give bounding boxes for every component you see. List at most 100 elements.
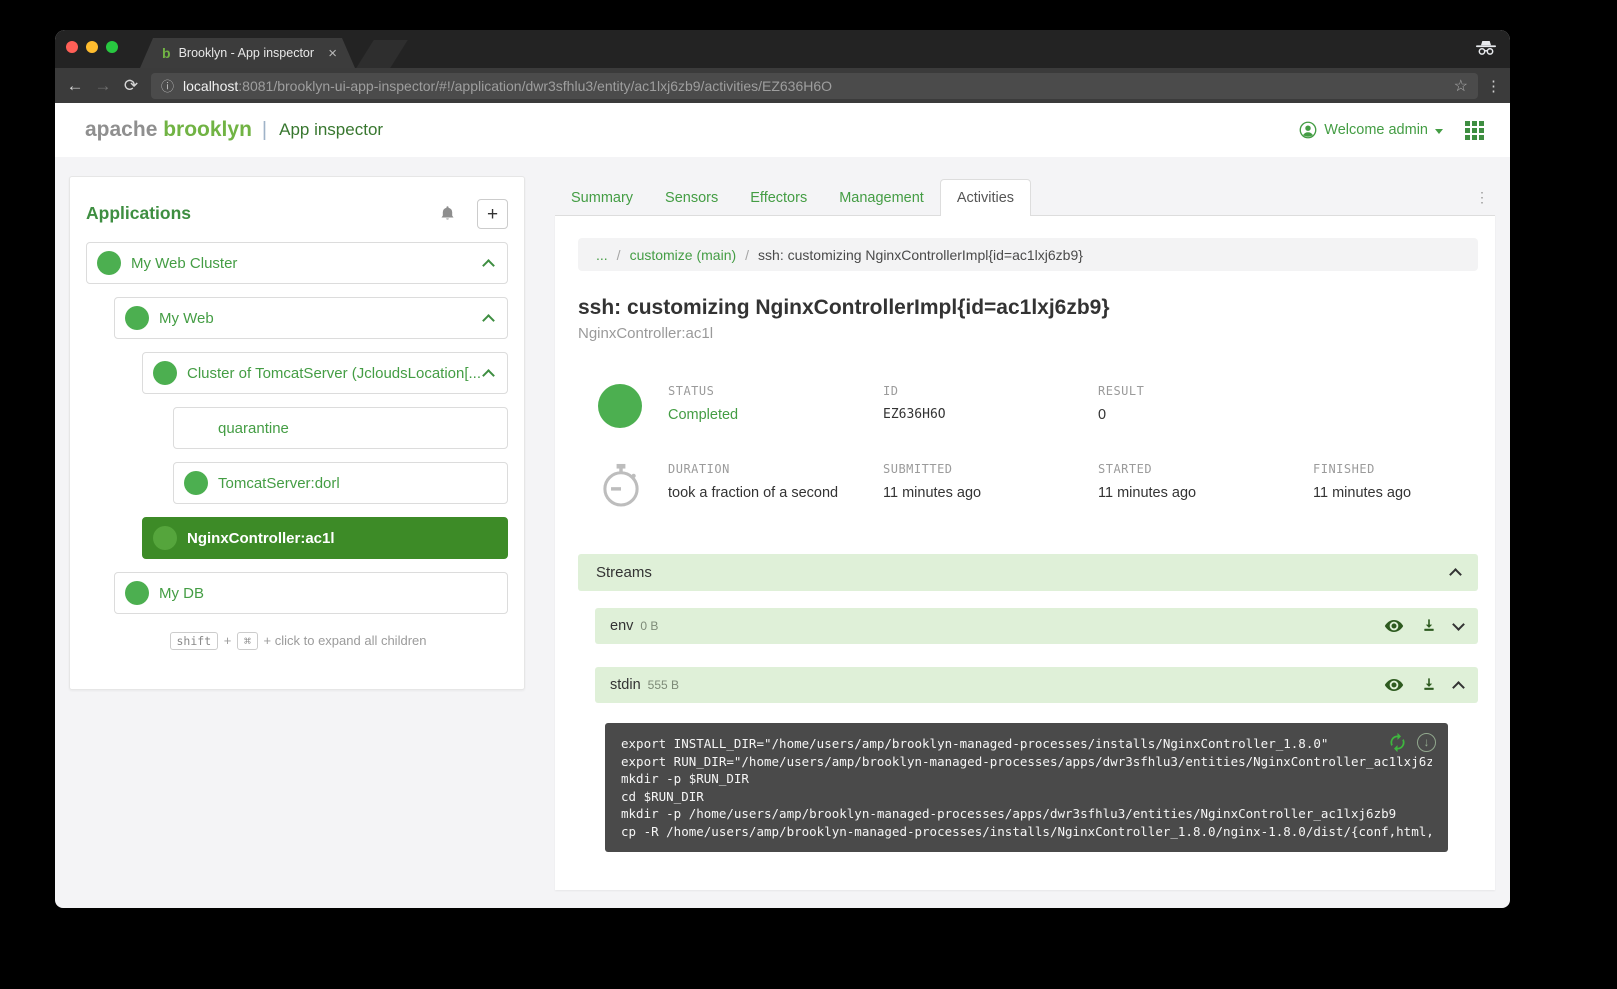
new-tab-button[interactable] — [356, 40, 407, 68]
collapse-children-icon[interactable] — [482, 314, 495, 327]
url-text: localhost:8081/brooklyn-ui-app-inspector… — [183, 78, 1446, 94]
apps-grid-icon[interactable] — [1465, 121, 1484, 140]
browser-tab[interactable]: b Brooklyn - App inspector × — [140, 38, 355, 68]
stream-size: 555 B — [648, 678, 1384, 692]
minimize-window-button[interactable] — [86, 41, 98, 53]
streams-body: env0 B stdin555 B export INSTALL_DIR="/ho… — [578, 608, 1478, 852]
download-stream-icon[interactable]: ↓ — [1417, 733, 1436, 752]
add-application-button[interactable]: + — [477, 199, 508, 229]
app-header: apache brooklyn | App inspector Welcome … — [55, 103, 1510, 157]
bookmark-star-icon[interactable]: ☆ — [1454, 76, 1468, 96]
streams-collapse-icon[interactable] — [1449, 568, 1462, 581]
collapse-children-icon[interactable] — [482, 369, 495, 382]
refresh-stream-icon[interactable] — [1387, 732, 1408, 753]
tree-item-quarantine[interactable]: quarantine — [173, 407, 508, 449]
expand-stream-icon[interactable] — [1452, 618, 1465, 631]
entity-status-placeholder — [184, 416, 208, 440]
view-stream-icon[interactable] — [1384, 619, 1404, 633]
collapse-children-icon[interactable] — [482, 259, 495, 272]
download-stream-icon[interactable] — [1421, 618, 1437, 634]
tree-item-my-web-cluster[interactable]: My Web Cluster — [86, 242, 508, 284]
stream-row-env[interactable]: env0 B — [595, 608, 1478, 644]
status-value: Completed — [668, 407, 883, 423]
stdin-code: export INSTALL_DIR="/home/users/amp/broo… — [621, 735, 1432, 840]
submitted-value: 11 minutes ago — [883, 485, 1098, 501]
application-tree: My Web Cluster My Web Cluster of TomcatSer… — [86, 242, 508, 614]
download-stream-icon[interactable] — [1421, 677, 1437, 693]
command-key: ⌘ — [237, 632, 258, 650]
result-label: RESULT — [1098, 384, 1313, 398]
browser-titlebar: b Brooklyn - App inspector × — [55, 30, 1510, 68]
tab-sensors[interactable]: Sensors — [649, 181, 734, 216]
breadcrumb-current: ssh: customizing NginxControllerImpl{id=… — [758, 247, 1083, 263]
result-value: 0 — [1098, 407, 1313, 423]
stream-name: env — [610, 618, 633, 634]
tree-item-label: quarantine — [218, 420, 493, 437]
tab-effectors[interactable]: Effectors — [734, 181, 823, 216]
stopwatch-icon — [598, 462, 668, 510]
breadcrumb-parent[interactable]: customize (main) — [630, 247, 737, 263]
view-stream-icon[interactable] — [1384, 678, 1404, 692]
stream-row-stdin[interactable]: stdin555 B — [595, 667, 1478, 703]
tree-item-tomcatserver-dorl[interactable]: TomcatServer:dorl — [173, 462, 508, 504]
browser-window: b Brooklyn - App inspector × ← → ⟳ ⓘ loc… — [55, 30, 1510, 908]
applications-title: Applications — [86, 203, 440, 224]
browser-menu-icon[interactable]: ⋮ — [1486, 77, 1500, 95]
finished-label: FINISHED — [1313, 462, 1510, 476]
site-info-icon[interactable]: ⓘ — [161, 76, 174, 95]
user-menu-label: Welcome admin — [1324, 122, 1428, 138]
back-icon[interactable]: ← — [61, 76, 89, 96]
tree-item-label: My Web — [159, 310, 484, 327]
tree-item-label: My DB — [159, 585, 493, 602]
breadcrumb-ellipsis[interactable]: ... — [596, 247, 608, 263]
stdin-code-block: export INSTALL_DIR="/home/users/amp/broo… — [605, 723, 1448, 852]
status-circle — [598, 384, 642, 428]
tree-item-cluster-of-tomcatserver-jcloudslocation[interactable]: Cluster of TomcatServer (JcloudsLocation… — [142, 352, 508, 394]
close-window-button[interactable] — [66, 41, 78, 53]
id-value: EZ636H6O — [883, 407, 1098, 422]
forward-icon[interactable]: → — [89, 76, 117, 96]
tree-item-label: NginxController:ac1l — [187, 530, 493, 547]
activities-panel: ... / customize (main) / ssh: customizin… — [555, 215, 1495, 890]
duration-value: took a fraction of a second — [668, 485, 883, 501]
breadcrumb: ... / customize (main) / ssh: customizin… — [578, 238, 1478, 271]
brooklyn-favicon-icon: b — [162, 45, 171, 61]
brooklyn-logo: apache brooklyn — [85, 118, 252, 142]
url-bar[interactable]: ⓘ localhost:8081/brooklyn-ui-app-inspect… — [151, 73, 1478, 99]
tree-item-my-db[interactable]: My DB — [114, 572, 508, 614]
finished-value: 11 minutes ago — [1313, 485, 1510, 501]
chevron-down-icon — [1435, 129, 1443, 134]
started-label: STARTED — [1098, 462, 1313, 476]
tree-item-label: My Web Cluster — [131, 255, 484, 272]
user-menu[interactable]: Welcome admin — [1299, 121, 1443, 139]
tree-item-label: Cluster of TomcatServer (JcloudsLocation… — [187, 365, 484, 382]
started-value: 11 minutes ago — [1098, 485, 1313, 501]
streams-title: Streams — [596, 564, 1451, 581]
refresh-icon[interactable]: ⟳ — [117, 76, 145, 96]
activity-subtitle: NginxController:ac1l — [578, 325, 1478, 342]
tree-item-nginxcontroller-ac1l[interactable]: NginxController:ac1l — [142, 517, 508, 559]
zoom-window-button[interactable] — [106, 41, 118, 53]
tab-activities[interactable]: Activities — [940, 179, 1031, 216]
entity-status-circle — [153, 526, 177, 550]
tab-options-icon[interactable]: ⋮ — [1475, 189, 1489, 206]
collapse-stream-icon[interactable] — [1452, 681, 1465, 694]
tab-summary[interactable]: Summary — [555, 181, 649, 216]
browser-toolbar: ← → ⟳ ⓘ localhost:8081/brooklyn-ui-app-i… — [55, 68, 1510, 103]
main-tabs: SummarySensorsEffectorsManagementActivit… — [555, 179, 1495, 216]
applications-panel: Applications + My Web Cluster My Web Clust… — [69, 176, 525, 690]
tab-close-icon[interactable]: × — [328, 45, 337, 62]
tab-management[interactable]: Management — [823, 181, 940, 216]
streams-header[interactable]: Streams — [578, 554, 1478, 591]
duration-label: DURATION — [668, 462, 883, 476]
expand-hint: shift + ⌘ + click to expand all children — [86, 633, 508, 648]
status-label: STATUS — [668, 384, 883, 398]
app-title: App inspector — [279, 120, 383, 140]
notifications-bell-icon[interactable] — [440, 205, 455, 222]
submitted-label: SUBMITTED — [883, 462, 1098, 476]
id-label: ID — [883, 384, 1098, 398]
tree-item-my-web[interactable]: My Web — [114, 297, 508, 339]
entity-status-circle — [97, 251, 121, 275]
user-icon — [1299, 121, 1317, 139]
timing-row: DURATION took a fraction of a second SUB… — [578, 462, 1478, 510]
